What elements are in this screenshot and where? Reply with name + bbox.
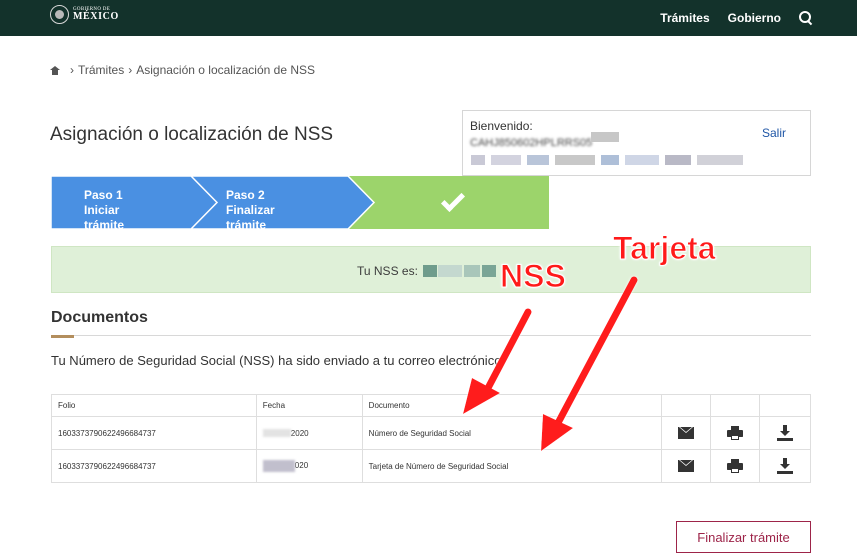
section-title: Documentos — [51, 309, 148, 326]
step-1-subtitle: Iniciar trámite — [84, 203, 125, 232]
home-icon[interactable] — [50, 65, 60, 75]
documents-description: Tu Número de Seguridad Social (NSS) ha s… — [51, 353, 506, 368]
breadcrumb-tramites[interactable]: Trámites — [78, 63, 124, 77]
fecha-visible: 020 — [294, 461, 309, 471]
email-action[interactable] — [661, 449, 712, 483]
annotation-tarjeta: Tarjeta — [613, 230, 717, 267]
column-empty — [759, 394, 811, 417]
progress-stepper: Paso 1 Iniciar trámite Paso 2 Finalizar … — [51, 176, 549, 232]
column-empty — [661, 394, 712, 417]
finalizar-tramite-button[interactable]: Finalizar trámite — [676, 521, 811, 553]
step-2-subtitle: Finalizar trámite — [226, 203, 275, 232]
print-action[interactable] — [710, 449, 761, 483]
gobierno-logo[interactable]: GOBIERNO DE MÉXICO — [50, 5, 119, 24]
nav-gobierno[interactable]: Gobierno — [728, 11, 781, 25]
section-divider — [51, 335, 811, 336]
breadcrumb-separator: › — [70, 63, 74, 77]
page-title: Asignación o localización de NSS — [50, 124, 334, 145]
welcome-label: Bienvenido: — [470, 119, 533, 133]
print-icon[interactable] — [727, 426, 744, 440]
documento-cell: Tarjeta de Número de Seguridad Social — [361, 449, 663, 483]
breadcrumb: › Trámites › Asignación o localización d… — [50, 63, 315, 77]
welcome-box: Bienvenido: CAHJ850602HPLRRS05 Salir — [462, 110, 811, 176]
nss-label: Tu NSS es: — [357, 264, 418, 278]
download-icon[interactable] — [777, 458, 793, 474]
fecha-visible: 2020 — [290, 428, 309, 438]
download-action[interactable] — [759, 449, 811, 483]
breadcrumb-current: Asignación o localización de NSS — [136, 63, 316, 77]
print-icon[interactable] — [727, 459, 744, 473]
download-action[interactable] — [759, 416, 811, 450]
fecha-cell: 2020 — [255, 416, 363, 450]
seal-icon — [50, 5, 69, 24]
step-2-title: Paso 2 — [226, 188, 265, 202]
logo-large-text: MÉXICO — [73, 11, 119, 22]
redacted-date — [262, 460, 295, 472]
documents-table: Folio Fecha Documento 160337379062249668… — [51, 394, 811, 483]
table-header-row: Folio Fecha Documento — [51, 394, 811, 417]
fecha-cell: 020 — [255, 449, 363, 483]
folio-cell: 1603373790622496684737 — [51, 416, 257, 450]
column-documento: Documento — [361, 394, 663, 417]
annotation-nss: NSS — [500, 258, 567, 295]
stepper-arrows — [51, 176, 376, 229]
column-folio: Folio — [51, 394, 257, 417]
search-icon[interactable] — [799, 11, 813, 25]
user-curp: CAHJ850602HPLRRS05 — [470, 137, 593, 149]
print-action[interactable] — [710, 416, 761, 450]
folio-cell: 1603373790622496684737 — [51, 449, 257, 483]
mail-icon[interactable] — [678, 460, 695, 472]
column-fecha: Fecha — [255, 394, 363, 417]
redacted-date — [262, 429, 291, 438]
documento-cell: Número de Seguridad Social — [361, 416, 663, 450]
table-row: 1603373790622496684737 2020 Número de Se… — [51, 416, 811, 450]
table-row: 1603373790622496684737 020 Tarjeta de Nú… — [51, 449, 811, 483]
mail-icon[interactable] — [678, 427, 695, 439]
breadcrumb-separator: › — [128, 63, 133, 77]
main-nav: Trámites Gobierno — [660, 0, 813, 36]
column-empty — [710, 394, 761, 417]
top-navbar: GOBIERNO DE MÉXICO Trámites Gobierno — [0, 0, 857, 36]
step-1-title: Paso 1 — [84, 188, 123, 202]
download-icon[interactable] — [777, 425, 793, 441]
section-accent — [51, 335, 74, 338]
email-action[interactable] — [661, 416, 712, 450]
logout-link[interactable]: Salir — [762, 126, 786, 140]
nav-tramites[interactable]: Trámites — [660, 11, 709, 25]
